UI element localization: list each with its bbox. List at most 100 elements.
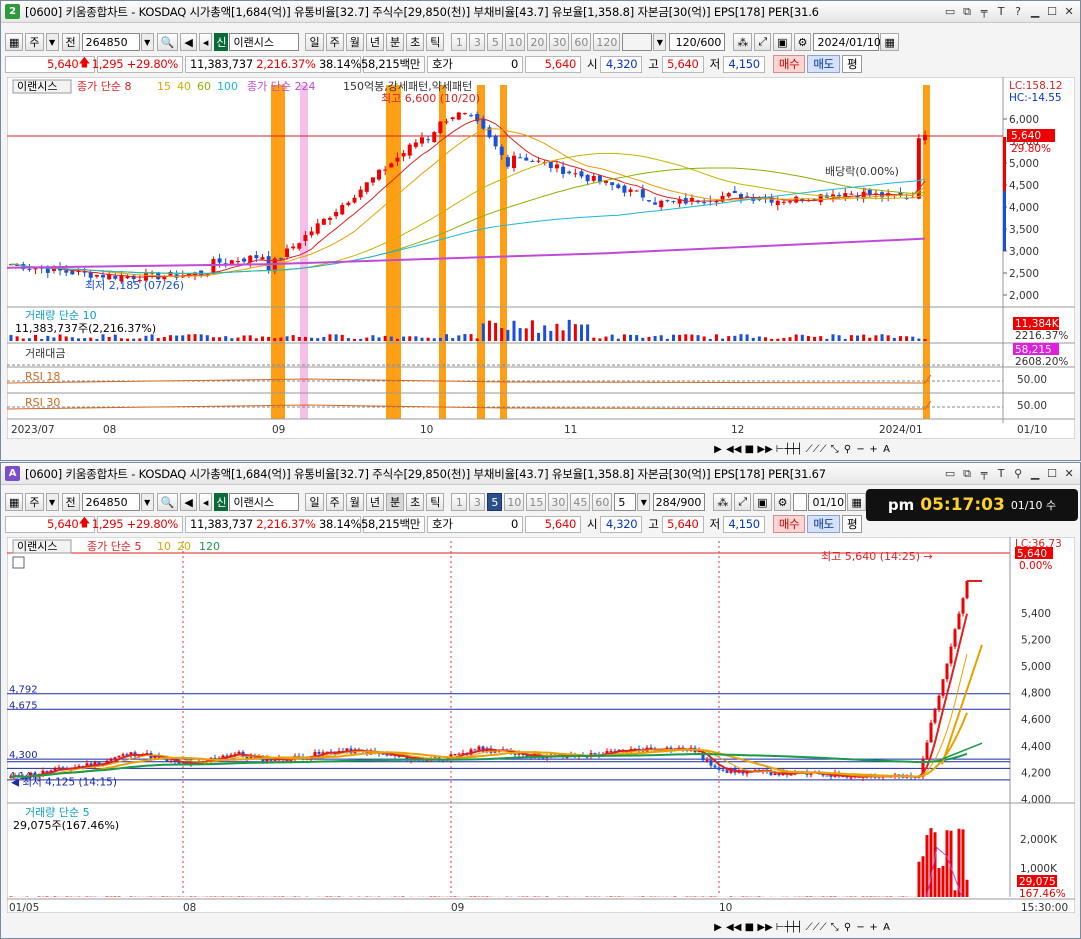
gear-icon[interactable]: ⚙ bbox=[773, 493, 792, 511]
restore-icon[interactable]: ⧉ bbox=[960, 4, 974, 19]
forward-icon[interactable]: ▶▶ bbox=[757, 442, 772, 456]
period-month[interactable]: 월 bbox=[345, 33, 364, 51]
indicator-icon[interactable]: ⁂ bbox=[733, 33, 753, 51]
text-icon[interactable]: T bbox=[994, 466, 1008, 481]
interval-45[interactable]: 45 bbox=[570, 493, 591, 511]
zoom-in-icon[interactable]: + bbox=[869, 920, 879, 934]
daily-chart[interactable]: 6,0005,5005,0004,5004,0003,5003,0002,500… bbox=[7, 77, 1075, 439]
interval-30[interactable]: 30 bbox=[549, 33, 570, 51]
cursor-icon[interactable]: ⤡ bbox=[830, 920, 840, 934]
close-icon[interactable]: ✕ bbox=[1062, 466, 1076, 481]
stock-type-select[interactable]: 주 bbox=[25, 33, 44, 51]
interval-30[interactable]: 30 bbox=[548, 493, 569, 511]
date-input[interactable]: 2024/01/10 bbox=[813, 33, 881, 51]
help-icon[interactable]: ? bbox=[1011, 4, 1025, 19]
sound-icon[interactable]: ◀ bbox=[180, 493, 197, 511]
draw-icon[interactable]: ⤢ bbox=[734, 493, 752, 511]
interval-5[interactable]: 5 bbox=[487, 33, 504, 51]
chevron-down-icon[interactable]: ▼ bbox=[653, 33, 667, 51]
interval-10[interactable]: 10 bbox=[505, 33, 526, 51]
interval-15[interactable]: 15 bbox=[526, 493, 547, 511]
chevron-down-icon[interactable]: ▼ bbox=[637, 493, 651, 511]
search-icon[interactable]: 🔍 bbox=[156, 493, 179, 511]
period-tick[interactable]: 틱 bbox=[426, 33, 445, 51]
chevron-down-icon[interactable]: ▼ bbox=[140, 33, 154, 51]
period-week[interactable]: 주 bbox=[325, 493, 344, 511]
interval-60[interactable]: 60 bbox=[592, 493, 613, 511]
line-icon[interactable]: ⟋⟋⟋ bbox=[806, 442, 827, 456]
zoom-slider[interactable]: ⊢┼┼┤ bbox=[776, 920, 803, 934]
interval-input[interactable]: 5 bbox=[614, 493, 637, 511]
interval-3[interactable]: 3 bbox=[469, 493, 486, 511]
period-week[interactable]: 주 bbox=[325, 33, 344, 51]
pin-icon[interactable]: ╤ bbox=[977, 4, 991, 19]
zoom-out-icon[interactable]: − bbox=[856, 920, 866, 934]
stock-code-input[interactable]: 264850 bbox=[81, 493, 140, 511]
count-input[interactable]: 120/600 bbox=[669, 33, 726, 51]
minimize2-icon[interactable]: ▁ bbox=[1028, 466, 1042, 481]
market-select[interactable]: 전 bbox=[61, 493, 80, 511]
interval-1[interactable]: 1 bbox=[451, 33, 468, 51]
sell-button[interactable]: 매도 bbox=[807, 515, 840, 533]
text-size-icon[interactable]: A bbox=[882, 442, 892, 456]
period-minute[interactable]: 분 bbox=[385, 493, 405, 511]
avg-button[interactable]: 평 bbox=[841, 55, 863, 73]
title-bar[interactable]: A [0600] 키움종합차트 - KOSDAQ 시가총액[1,684(억)] … bbox=[1, 463, 1080, 485]
interval-input[interactable] bbox=[622, 33, 653, 51]
title-bar[interactable]: 2 [0600] 키움종합차트 - KOSDAQ 시가총액[1,684(억)] … bbox=[1, 1, 1080, 23]
period-day[interactable]: 일 bbox=[305, 493, 324, 511]
search-icon[interactable]: ⚲ bbox=[843, 920, 853, 934]
search-icon[interactable]: ⚲ bbox=[843, 442, 853, 456]
period-second[interactable]: 초 bbox=[406, 33, 425, 51]
sell-button[interactable]: 매도 bbox=[807, 55, 840, 73]
draw-icon[interactable]: ⤢ bbox=[754, 33, 772, 51]
line-icon[interactable]: ⟋⟋⟋ bbox=[806, 920, 827, 934]
stock-type-select[interactable]: 주 bbox=[25, 493, 44, 511]
interval-1[interactable]: 1 bbox=[451, 493, 468, 511]
zoom-slider[interactable]: ⊢┼┼┤ bbox=[776, 442, 803, 456]
interval-20[interactable]: 20 bbox=[527, 33, 548, 51]
text-size-icon[interactable]: A bbox=[882, 920, 892, 934]
interval-60[interactable]: 60 bbox=[571, 33, 592, 51]
cursor-icon[interactable]: ⤡ bbox=[830, 442, 840, 456]
chevron-down-icon[interactable]: ▼ bbox=[45, 493, 59, 511]
stock-code-input[interactable]: 264850 bbox=[81, 33, 140, 51]
maximize-icon[interactable]: ☐ bbox=[1045, 4, 1059, 19]
period-day[interactable]: 일 bbox=[305, 33, 324, 51]
period-tick[interactable]: 틱 bbox=[426, 493, 445, 511]
save-icon[interactable]: ▣ bbox=[773, 33, 792, 51]
stock-name-field[interactable]: 이랜시스 bbox=[229, 33, 300, 51]
date-checkbox[interactable] bbox=[793, 493, 808, 511]
period-year[interactable]: 년 bbox=[365, 33, 384, 51]
grid-icon[interactable]: ▦ bbox=[5, 493, 24, 511]
zoom-in-icon[interactable]: + bbox=[869, 442, 879, 456]
period-year[interactable]: 년 bbox=[365, 493, 384, 511]
period-second[interactable]: 초 bbox=[406, 493, 425, 511]
market-select[interactable]: 전 bbox=[61, 33, 80, 51]
calendar-icon[interactable]: ▦ bbox=[880, 33, 899, 51]
minimize-icon[interactable]: ▭ bbox=[943, 466, 957, 481]
chevron-down-icon[interactable]: ▼ bbox=[45, 33, 59, 51]
sound-icon[interactable]: ◀ bbox=[180, 33, 197, 51]
indicator-icon[interactable]: ⁂ bbox=[713, 493, 733, 511]
interval-10[interactable]: 10 bbox=[504, 493, 525, 511]
save-icon[interactable]: ▣ bbox=[753, 493, 772, 511]
scroll-right-icon[interactable]: ▶ bbox=[713, 442, 723, 456]
period-minute[interactable]: 분 bbox=[385, 33, 405, 51]
period-month[interactable]: 월 bbox=[345, 493, 364, 511]
avg-button[interactable]: 평 bbox=[841, 515, 863, 533]
rewind-icon[interactable]: ◀◀ bbox=[726, 442, 741, 456]
minimize-icon[interactable]: ▭ bbox=[943, 4, 957, 19]
interval-3[interactable]: 3 bbox=[469, 33, 486, 51]
minute-chart[interactable]: 4,7924,6754,3004,1445,4005,2005,0004,800… bbox=[7, 537, 1075, 913]
buy-button[interactable]: 매수 bbox=[772, 515, 806, 533]
pin-icon[interactable]: ╤ bbox=[977, 466, 991, 481]
zoom-out-icon[interactable]: − bbox=[856, 442, 866, 456]
stop-icon[interactable]: ■ bbox=[744, 442, 754, 456]
scroll-right-icon[interactable]: ▶ bbox=[713, 920, 723, 934]
buy-button[interactable]: 매수 bbox=[772, 55, 806, 73]
prev-icon[interactable]: ◂ bbox=[198, 493, 213, 511]
count-input[interactable]: 284/900 bbox=[653, 493, 706, 511]
rewind-icon[interactable]: ◀◀ bbox=[726, 920, 741, 934]
stock-name-field[interactable]: 이랜시스 bbox=[229, 493, 300, 511]
